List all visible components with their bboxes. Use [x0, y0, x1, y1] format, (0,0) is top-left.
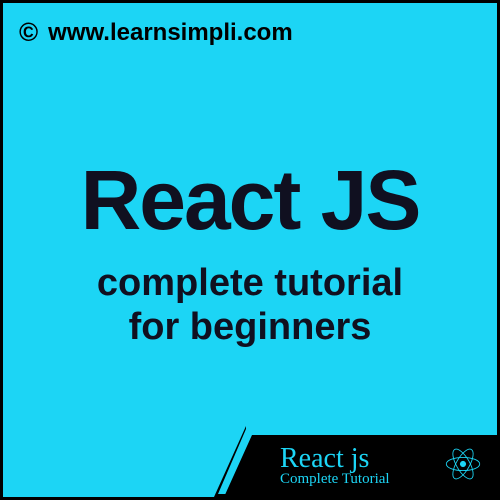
badge-title: React js	[280, 444, 390, 473]
badge-subtitle: Complete Tutorial	[280, 472, 390, 488]
header: © www.learnsimpli.com	[19, 17, 293, 48]
subtitle-line-2: for beginners	[3, 306, 497, 350]
course-subtitle: complete tutorial for beginners	[3, 262, 497, 349]
site-url: www.learnsimpli.com	[48, 19, 293, 47]
badge: React js Complete Tutorial	[252, 435, 497, 497]
badge-text: React js Complete Tutorial	[280, 444, 390, 487]
main-content: React JS complete tutorial for beginners	[3, 158, 497, 349]
badge-accent-shape	[214, 426, 246, 497]
course-title: React JS	[3, 158, 497, 242]
copyright-symbol: ©	[19, 17, 38, 48]
react-icon	[441, 442, 485, 491]
subtitle-line-1: complete tutorial	[3, 262, 497, 306]
